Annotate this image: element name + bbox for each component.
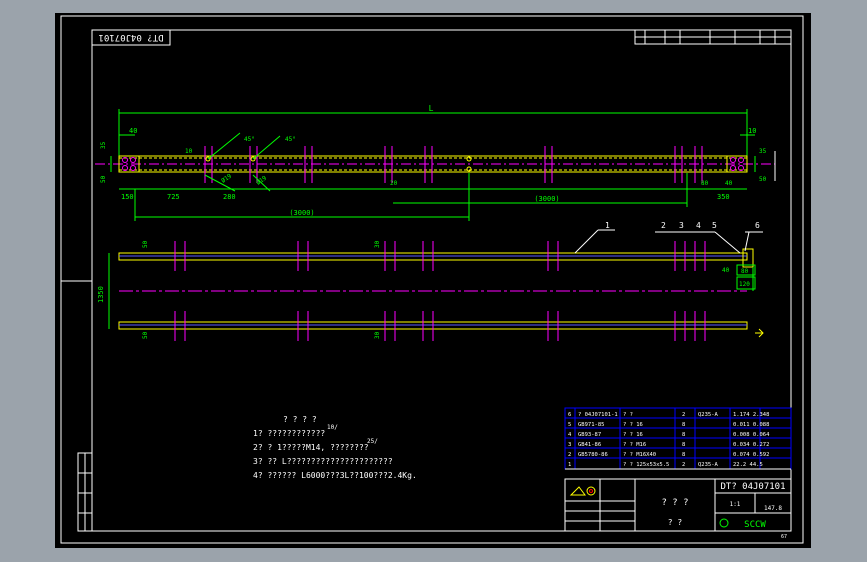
drawing-subname: ? ? — [668, 518, 683, 527]
bom-cell-code: GB41-86 — [578, 442, 601, 448]
bom-cell-code: GB93-87 — [578, 432, 601, 438]
dim-right-height-top: 35 — [759, 148, 767, 155]
dim-80-top: 80 — [701, 180, 709, 187]
bom-cell-name: ? ? M16X40 — [623, 452, 656, 458]
left-stamp-box — [77, 452, 93, 532]
bom-cell-name: ? ? M16 — [623, 442, 646, 448]
note-line-3: 3? ?? L?????????????????????? — [253, 457, 393, 466]
company-logo-icon — [719, 518, 729, 528]
bom-cell-name: ? ? 125x53x5.5 — [623, 462, 669, 468]
callout-4: 4 — [696, 221, 701, 230]
note-line-2: 2? ? 1?????M14, ???????? — [253, 443, 369, 452]
bom-cell-weight: 0.074 0.592 — [733, 452, 769, 458]
bom-cell-weight: 0.034 0.272 — [733, 442, 769, 448]
bom-cell-weight: 0.011 0.088 — [733, 422, 769, 428]
scale-value: 1:1 — [730, 501, 741, 508]
rotated-code-box: DT? 04J07101 — [91, 29, 171, 46]
drawing-sheet: DT? 04J07101 L 40 10 35 50 35 50 45° 45°… — [55, 13, 811, 548]
dim-40-top: 40 — [725, 180, 733, 187]
bom-cell-no: 6 — [568, 412, 571, 418]
dim-top-mark: 50 — [142, 240, 149, 248]
dim-mid-mark-top: 30 — [374, 240, 381, 248]
dim-right-height-bottom: 50 — [759, 176, 767, 183]
bom-cell-material: Q235-A — [698, 412, 719, 418]
dim-left-end: 40 — [129, 127, 137, 135]
bom-cell-qty: 2 — [682, 412, 685, 418]
bom-cell-no: 2 — [568, 452, 571, 458]
weld-mark: 10/ — [327, 424, 338, 431]
revision-table — [634, 29, 792, 45]
bom-cell-code: GB5780-86 — [578, 452, 608, 458]
drawing-canvas: DT? 04J07101 L 40 10 35 50 35 50 45° 45°… — [60, 15, 804, 544]
bom-cell-no: 5 — [568, 422, 571, 428]
dim-350: 350 — [717, 193, 730, 201]
bom-cell-weight: 22.2 44.5 — [733, 462, 763, 468]
weld-mark-2: 25/ — [367, 438, 378, 445]
dim-150: 150 — [121, 193, 134, 201]
callout-6: 6 — [755, 221, 760, 230]
bom-cell-name: ? ? 16 — [623, 422, 643, 428]
callout-2: 2 — [661, 221, 666, 230]
dim-725: 725 — [167, 193, 180, 201]
bom-cell-code: GB971-85 — [578, 422, 605, 428]
dim-40-front: 40 — [722, 267, 730, 274]
top-view: L 40 10 35 50 35 50 45° 45° 10 Ø19 Ø19 1… — [95, 104, 776, 221]
dim-right-end: 10 — [748, 127, 756, 135]
note-line-1: 1? ???????????? — [253, 429, 325, 438]
callout-1: 1 — [605, 221, 610, 230]
dim-mid-mark-bottom: 30 — [374, 331, 381, 339]
bom-cell-no: 1 — [568, 462, 571, 468]
dim-280: 280 — [223, 193, 236, 201]
dim-left-height-bottom: 50 — [100, 175, 107, 183]
dim-80-front: 80 — [741, 268, 749, 275]
bom-cell-weight: 1.174 2.348 — [733, 412, 769, 418]
bom-cell-name: ? ? — [623, 412, 633, 418]
bom-cell-code: ? 04J07101-1 — [578, 412, 618, 418]
dim-span-right: (3000) — [534, 195, 559, 203]
drawing-name: ? ? ? — [661, 498, 688, 508]
weight-value: 147.8 — [764, 505, 782, 512]
cad-viewport[interactable]: DT? 04J07101 L 40 10 35 50 35 50 45° 45°… — [0, 0, 867, 562]
bom-cell-no: 4 — [568, 432, 572, 438]
angle-label-2: 45° — [285, 136, 296, 143]
projection-symbol — [569, 486, 586, 496]
bom-cell-qty: 8 — [682, 452, 685, 458]
bom-rows: 6 ? 04J07101-1 ? ? 2 Q235-A 1.174 2.348 5 GB971… — [568, 412, 770, 468]
dim-span-left: (3000) — [289, 209, 314, 217]
dim-left-height-top: 35 — [100, 141, 107, 149]
company-name: SCCW — [744, 520, 766, 530]
bom-cell-no: 3 — [568, 442, 571, 448]
callout-3: 3 — [679, 221, 684, 230]
dim-120-front: 120 — [739, 281, 750, 288]
dim-small-10: 10 — [185, 148, 193, 155]
angle-label-1: 45° — [244, 136, 255, 143]
bom-cell-qty: 8 — [682, 432, 685, 438]
technical-notes: ? ? ? ? 10/ 1? ???????????? 25/ 2? ? 1??… — [253, 415, 417, 480]
notes-title: ? ? ? ? — [283, 415, 317, 424]
bom-cell-material: Q235-A — [698, 462, 719, 468]
bom-cell-name: ? ? 16 — [623, 432, 643, 438]
dim-height-1350: 1350 — [97, 286, 105, 303]
callout-5: 5 — [712, 221, 717, 230]
bom-cell-qty: 8 — [682, 422, 685, 428]
bom-cell-qty: 8 — [682, 442, 685, 448]
note-line-4: 4? ?????? L6000???3L??100???2.4Kg. — [253, 471, 417, 480]
inner-frame — [91, 29, 792, 532]
drawing-number: DT? 04J07101 — [720, 482, 785, 492]
bom-cell-weight: 0.008 0.064 — [733, 432, 770, 438]
hole-dia-left: Ø19 — [220, 172, 233, 184]
dim-bottom-mark: 50 — [142, 331, 149, 339]
title-block: DT? 04J07101 ? ? ? ? ? 1:1 147.8 SCCW 67 — [564, 468, 792, 540]
front-view: 1350 50 50 30 30 80 40 120 1 2 3 4 5 6 — [97, 221, 764, 341]
bom-cell-qty: 2 — [682, 462, 685, 468]
dim-20: 20 — [390, 180, 398, 187]
dim-overall-length: L — [429, 104, 434, 113]
bom-table: 6 ? 04J07101-1 ? ? 2 Q235-A 1.174 2.348 5 GB971… — [564, 407, 792, 470]
sheet-ref: 67 — [781, 534, 787, 540]
outer-frame — [60, 15, 804, 544]
rotated-code-text: DT? 04J07101 — [98, 32, 163, 42]
